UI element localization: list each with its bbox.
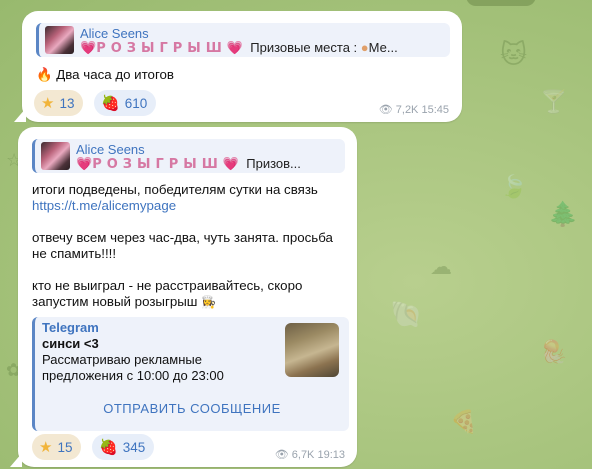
- message-link[interactable]: https://t.me/alicemypage: [32, 198, 176, 214]
- giveaway-word: РОЗЫГРЫШ: [92, 157, 223, 172]
- reply-preview-tail: Ме...: [368, 40, 398, 55]
- link-preview-image: [285, 323, 339, 377]
- scroll-indicator: [466, 0, 536, 6]
- shell-doodle-icon: 🐚: [390, 300, 423, 330]
- view-count: 6,7K: [291, 448, 315, 461]
- cocktail-doodle-icon: 🍸: [540, 90, 568, 115]
- message-bubble[interactable]: Alice Seens 💗РОЗЫГРЫШ💗 Призовые места : …: [14, 11, 462, 122]
- view-count: 7,2K: [395, 103, 419, 116]
- heart-icon: 💗: [76, 156, 93, 171]
- message-text-line: Два часа до итогов: [56, 67, 174, 82]
- message-time: 19:13: [317, 448, 345, 461]
- pizza-doodle-icon: 🍕: [450, 410, 478, 435]
- reply-author: Alice Seens: [80, 26, 149, 41]
- star-icon: ★: [41, 95, 55, 112]
- message-bubble[interactable]: Alice Seens 💗РОЗЫГРЫШ💗 Призов... итоги п…: [10, 127, 357, 467]
- heart-icon: 💗: [222, 156, 240, 171]
- reaction-count: 610: [124, 95, 148, 111]
- reaction-star[interactable]: ★ 15: [32, 434, 82, 460]
- reply-preview: 💗РОЗЫГРЫШ💗 Призов...: [76, 156, 301, 172]
- send-message-button[interactable]: ОТПРАВИТЬ СООБЩЕНИЕ: [35, 401, 349, 416]
- message-text-para3: кто не выиграл - не расстраивайтесь, ско…: [32, 278, 302, 310]
- reply-preview: 💗РОЗЫГРЫШ💗 Призовые места : ●Ме...: [80, 40, 398, 56]
- fire-icon: 🔥: [36, 67, 53, 82]
- bubble-tail: [10, 453, 22, 467]
- reaction-strawberry[interactable]: 🍓 610: [94, 90, 157, 116]
- message-text-para3-text: кто не выиграл - не расстраивайтесь, ско…: [32, 278, 303, 309]
- link-preview-card[interactable]: Telegram синси <3 Рассматриваю рекламные…: [32, 317, 349, 431]
- reply-preview-text: Призов...: [246, 156, 301, 171]
- message-text: 🔥 Два часа до итогов: [36, 67, 174, 83]
- cloud-doodle-icon: ☁: [430, 255, 452, 280]
- reply-quote[interactable]: Alice Seens 💗РОЗЫГРЫШ💗 Призовые места : …: [36, 23, 450, 57]
- reply-quote[interactable]: Alice Seens 💗РОЗЫГРЫШ💗 Призов...: [32, 139, 345, 173]
- heart-icon: 💗: [226, 40, 244, 55]
- strawberry-icon: 🍓: [101, 95, 120, 112]
- chef-icon: 👩‍🍳: [201, 295, 217, 309]
- cat-doodle-icon: 🐱: [500, 40, 528, 70]
- message-meta: 👁 7,2K 15:45: [378, 103, 449, 117]
- message-text-para2: отвечу всем через час-два, чуть занята. …: [32, 230, 333, 261]
- tree-doodle-icon: 🌲: [548, 200, 578, 228]
- heart-icon: 💗: [80, 40, 97, 55]
- leaf-doodle-icon: 🍃: [500, 175, 528, 200]
- bubble-tail: [14, 108, 26, 122]
- reply-preview-text: Призовые места :: [250, 40, 358, 55]
- link-preview-site: Telegram: [42, 320, 99, 335]
- message-time: 15:45: [421, 103, 449, 116]
- reply-author: Alice Seens: [76, 142, 145, 157]
- message-text-line1: итоги подведены, победителям сутки на св…: [32, 182, 318, 197]
- reaction-count: 13: [59, 95, 75, 111]
- message-meta: 👁 6,7K 19:13: [274, 448, 345, 462]
- reply-thumbnail: [45, 26, 74, 54]
- jellyfish-doodle-icon: 🪼: [540, 340, 568, 365]
- giveaway-word: РОЗЫГРЫШ: [96, 41, 227, 56]
- reaction-count: 15: [57, 439, 73, 455]
- reaction-star[interactable]: ★ 13: [34, 90, 84, 116]
- eye-icon: 👁: [378, 104, 393, 116]
- star-icon: ★: [39, 439, 53, 456]
- reaction-count: 345: [122, 439, 146, 455]
- link-preview-title: синси <3: [42, 336, 99, 351]
- medal-icon: ●: [360, 40, 369, 55]
- eye-icon: 👁: [274, 449, 289, 461]
- strawberry-icon: 🍓: [99, 439, 118, 456]
- reaction-strawberry[interactable]: 🍓 345: [92, 434, 155, 460]
- link-preview-description: Рассматриваю рекламные предложения с 10:…: [42, 352, 224, 383]
- reply-thumbnail: [41, 142, 70, 170]
